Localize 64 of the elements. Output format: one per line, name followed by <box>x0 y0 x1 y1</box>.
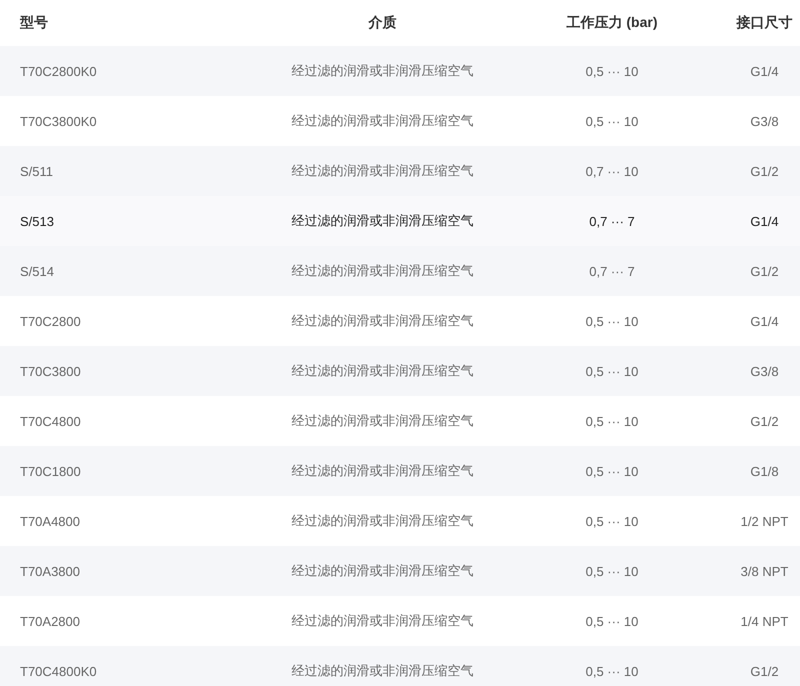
table-cell: 0,5 ··· 10 <box>586 614 638 628</box>
table-cell: G3/8 <box>750 364 779 378</box>
table-cell-text: T70C4800K0 <box>19 664 97 678</box>
column-header: 工作压力 (bar) <box>566 14 658 32</box>
table-cell: 0,5 ··· 10 <box>586 664 638 678</box>
table-cell-text: T70C2800K0 <box>19 64 97 78</box>
table-cell: G1/4 <box>750 64 779 78</box>
table-cell: G1/2 <box>750 264 779 278</box>
table-cell: 经过滤的润滑或非润滑压缩空气 <box>292 462 474 480</box>
column-header: 接口尺寸 <box>736 14 792 32</box>
table-cell-text: T70A3800 <box>19 564 80 578</box>
table-cell-text: T70C2800 <box>19 314 81 328</box>
table-cell: 0,5 ··· 10 <box>586 314 638 328</box>
table-cell: G1/4 <box>750 314 779 328</box>
table-cell-text: S/511 <box>19 164 54 178</box>
table-cell: 0,5 ··· 10 <box>586 564 638 578</box>
table-row[interactable]: S/514 经过滤的润滑或非润滑压缩空气 0,7 ··· 7 G1/2 <box>0 246 800 296</box>
table-cell: G1/2 <box>750 414 779 428</box>
table-cell: G1/4 <box>750 214 779 228</box>
table-cell-text: T70C4800 <box>19 414 81 428</box>
table-cell: G1/8 <box>750 464 779 478</box>
table-cell: 3/8 NPT <box>740 564 788 578</box>
table-cell: 0,5 ··· 10 <box>586 514 638 528</box>
table-cell: 0,7 ··· 10 <box>586 164 638 178</box>
table-cell-text: T70C3800K0 <box>19 114 97 128</box>
table-cell: 经过滤的润滑或非润滑压缩空气 <box>292 162 474 180</box>
table-row[interactable]: S/513 经过滤的润滑或非润滑压缩空气 0,7 ··· 7 G1/4 <box>0 196 800 246</box>
table-cell-text: T70A4800 <box>19 514 80 528</box>
table-row[interactable]: T70C3800 经过滤的润滑或非润滑压缩空气 0,5 ··· 10 G3/8 <box>0 346 800 396</box>
table-cell: 0,5 ··· 10 <box>586 364 638 378</box>
table-cell: 经过滤的润滑或非润滑压缩空气 <box>292 212 474 230</box>
column-header: 介质 <box>368 14 396 32</box>
table-cell: 经过滤的润滑或非润滑压缩空气 <box>292 112 474 130</box>
table-cell: 经过滤的润滑或非润滑压缩空气 <box>292 612 474 630</box>
table-cell: G1/2 <box>750 164 779 178</box>
table-cell: 经过滤的润滑或非润滑压缩空气 <box>292 412 474 430</box>
table-row[interactable]: T70A3800 经过滤的润滑或非润滑压缩空气 0,5 ··· 10 3/8 NPT <box>0 546 800 596</box>
table-cell-text: S/513 <box>19 214 54 228</box>
table-cell: 0,7 ··· 7 <box>589 264 635 278</box>
table-cell-text: T70C1800 <box>19 464 81 478</box>
table-cell: G3/8 <box>750 114 779 128</box>
table-row[interactable]: S/511 经过滤的润滑或非润滑压缩空气 0,7 ··· 10 G1/2 <box>0 146 800 196</box>
table-row[interactable]: T70C2800K0 经过滤的润滑或非润滑压缩空气 0,5 ··· 10 G1/4 <box>0 46 800 96</box>
table-cell: 1/4 NPT <box>740 614 788 628</box>
table-cell: 经过滤的润滑或非润滑压缩空气 <box>292 562 474 580</box>
table-cell-text: S/514 <box>19 264 54 278</box>
table-cell: 经过滤的润滑或非润滑压缩空气 <box>292 62 474 80</box>
table-cell: 0,5 ··· 10 <box>586 114 638 128</box>
table-cell-text: T70A2800 <box>19 614 80 628</box>
table-cell: 经过滤的润滑或非润滑压缩空气 <box>292 312 474 330</box>
table-cell: 经过滤的润滑或非润滑压缩空气 <box>292 662 474 680</box>
table-row[interactable]: T70C4800K0 经过滤的润滑或非润滑压缩空气 0,5 ··· 10 G1/2 <box>0 646 800 686</box>
table-cell: 0,7 ··· 7 <box>589 214 635 228</box>
table-cell: 0,5 ··· 10 <box>586 64 638 78</box>
table-cell: 0,5 ··· 10 <box>586 464 638 478</box>
table-cell: 经过滤的润滑或非润滑压缩空气 <box>292 512 474 530</box>
column-header: 型号 <box>19 14 48 32</box>
table-cell-text: T70C3800 <box>19 364 81 378</box>
table-cell: 0,5 ··· 10 <box>586 414 638 428</box>
table-cell: 经过滤的润滑或非润滑压缩空气 <box>292 262 474 280</box>
table-cell: 经过滤的润滑或非润滑压缩空气 <box>292 362 474 380</box>
table-cell: 1/2 NPT <box>740 514 788 528</box>
table-cell: G1/2 <box>750 664 779 678</box>
table-row[interactable]: T70C1800 经过滤的润滑或非润滑压缩空气 0,5 ··· 10 G1/8 <box>0 446 800 496</box>
